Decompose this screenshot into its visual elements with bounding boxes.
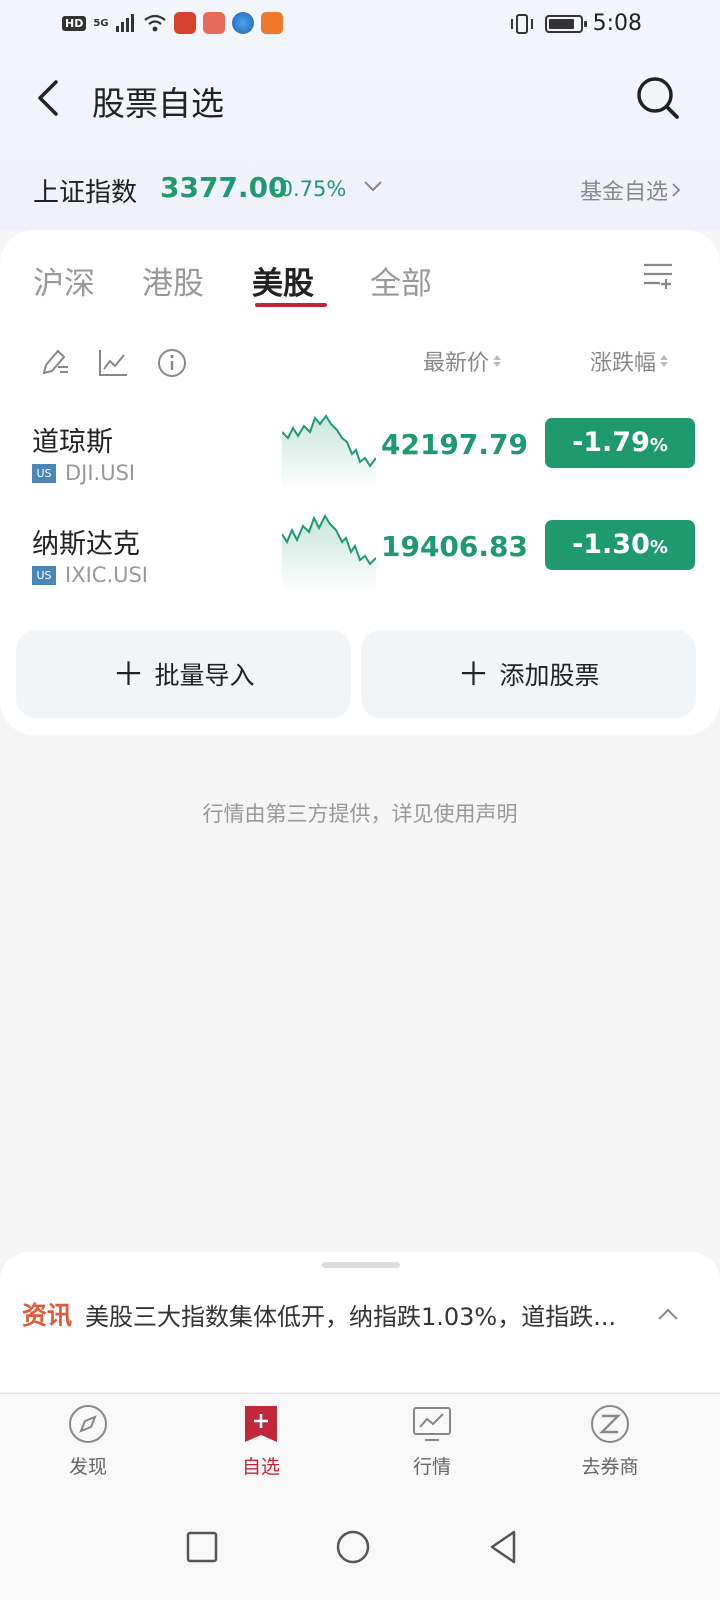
stock-code: DJI.USI <box>65 461 136 485</box>
active-tab-indicator <box>255 303 327 307</box>
batch-import-label: 批量导入 <box>154 661 255 690</box>
sort-icon <box>660 355 669 367</box>
chevron-down-icon[interactable] <box>362 178 384 194</box>
network-type: 5G <box>93 17 109 29</box>
status-left: HD 5G <box>62 12 283 34</box>
broker-icon <box>591 1405 629 1443</box>
sort-by-price[interactable]: 最新价 <box>423 345 502 377</box>
tab-hushen[interactable]: 沪深 <box>33 258 95 303</box>
header: 股票自选 上证指数 3377.00 -0.75% 基金自选 <box>0 50 720 230</box>
nav-label: 发现 <box>68 1456 107 1478</box>
nav-discover[interactable]: 发现 <box>28 1402 148 1479</box>
nav-label: 行情 <box>412 1456 451 1478</box>
index-change[interactable]: -0.75% <box>272 177 346 201</box>
plus-icon: ＋ <box>112 655 145 693</box>
intraday-sparkline <box>282 513 376 592</box>
data-disclaimer[interactable]: 行情由第三方提供，详见使用声明 <box>0 798 720 828</box>
back-nav-icon[interactable] <box>484 1527 524 1567</box>
change-column-header: 涨跌幅 <box>590 351 657 376</box>
bottom-nav: 发现 自选 行情 去券商 <box>0 1393 720 1503</box>
list-settings-icon[interactable] <box>642 260 674 290</box>
tab-all[interactable]: 全部 <box>370 258 432 303</box>
add-stock-label: 添加股票 <box>499 661 600 690</box>
intraday-sparkline <box>282 414 376 490</box>
battery-fill <box>548 18 575 29</box>
status-right: 5:08 <box>509 11 642 36</box>
change-unit: % <box>649 537 668 558</box>
stock-code: IXIC.USI <box>65 563 149 587</box>
shop-notification-icon <box>260 12 283 34</box>
index-value[interactable]: 3377.00 <box>160 171 288 204</box>
wifi-icon <box>143 14 166 32</box>
change-unit: % <box>649 435 668 456</box>
hd-indicator: HD <box>62 15 87 31</box>
tab-hk[interactable]: 港股 <box>142 258 204 303</box>
fund-watchlist-label: 基金自选 <box>579 180 668 205</box>
stock-name: 道琼斯 <box>32 427 113 458</box>
drag-handle[interactable] <box>322 1262 400 1268</box>
recent-apps-icon[interactable] <box>182 1527 222 1567</box>
chart-monitor-icon <box>413 1407 451 1441</box>
watchlist-card: 沪深 港股 美股 全部 最新价 涨跌幅 道琼斯 US DJI.USI 42197… <box>0 230 720 735</box>
nav-broker[interactable]: 去券商 <box>550 1402 670 1479</box>
change-value: -1.30 <box>572 529 650 560</box>
back-icon[interactable] <box>30 76 70 120</box>
clock: 5:08 <box>592 11 642 36</box>
news-panel[interactable]: 资讯 美股三大指数集体低开，纳指跌1.03%，道指跌... <box>0 1252 720 1392</box>
status-bar: HD 5G 5:08 <box>0 0 720 50</box>
chevron-right-icon <box>672 183 681 197</box>
stock-name: 纳斯达克 <box>32 529 140 560</box>
plus-icon: ＋ <box>457 655 490 693</box>
nav-market[interactable]: 行情 <box>372 1402 492 1479</box>
bookmark-plus-icon <box>245 1406 277 1442</box>
chart-icon[interactable] <box>97 347 129 379</box>
batch-import-button[interactable]: ＋ 批量导入 <box>16 630 351 718</box>
huawei-notification-icon <box>202 12 225 34</box>
change-badge: -1.30% <box>545 520 695 570</box>
stock-row[interactable]: 道琼斯 US DJI.USI 42197.79 -1.79% <box>0 410 720 510</box>
chevron-up-icon[interactable] <box>656 1306 680 1322</box>
search-icon[interactable] <box>634 74 682 122</box>
stock-price: 42197.79 <box>380 428 528 461</box>
nav-label: 去券商 <box>581 1456 639 1478</box>
index-name[interactable]: 上证指数 <box>33 172 137 209</box>
news-tag: 资讯 <box>22 1301 73 1330</box>
browser-notification-icon <box>231 12 254 34</box>
stock-row[interactable]: 纳斯达克 US IXIC.USI 19406.83 -1.30% <box>0 512 720 612</box>
fund-watchlist-link[interactable]: 基金自选 <box>580 174 682 206</box>
sort-icon <box>493 355 502 367</box>
price-column-header: 最新价 <box>423 351 490 376</box>
compass-icon <box>69 1405 107 1443</box>
add-stock-button[interactable]: ＋ 添加股票 <box>361 630 696 718</box>
app-notification-icon <box>173 12 196 34</box>
market-badge: US <box>32 566 56 585</box>
signal-icon <box>115 14 134 32</box>
sort-by-change[interactable]: 涨跌幅 <box>590 345 669 377</box>
battery-icon <box>544 14 587 33</box>
vibrate-icon <box>510 13 533 34</box>
nav-label: 自选 <box>241 1456 280 1478</box>
home-icon[interactable] <box>333 1527 373 1567</box>
info-icon[interactable] <box>156 347 188 379</box>
tab-us[interactable]: 美股 <box>252 258 314 303</box>
market-badge: US <box>32 464 56 483</box>
page-title: 股票自选 <box>92 84 224 123</box>
stock-price: 19406.83 <box>380 530 528 563</box>
news-headline[interactable]: 美股三大指数集体低开，纳指跌1.03%，道指跌... <box>85 1297 660 1332</box>
change-value: -1.79 <box>572 427 650 458</box>
nav-watchlist[interactable]: 自选 <box>201 1402 321 1479</box>
system-nav-bar <box>0 1503 720 1600</box>
edit-icon[interactable] <box>38 347 70 379</box>
change-badge: -1.79% <box>545 418 695 468</box>
